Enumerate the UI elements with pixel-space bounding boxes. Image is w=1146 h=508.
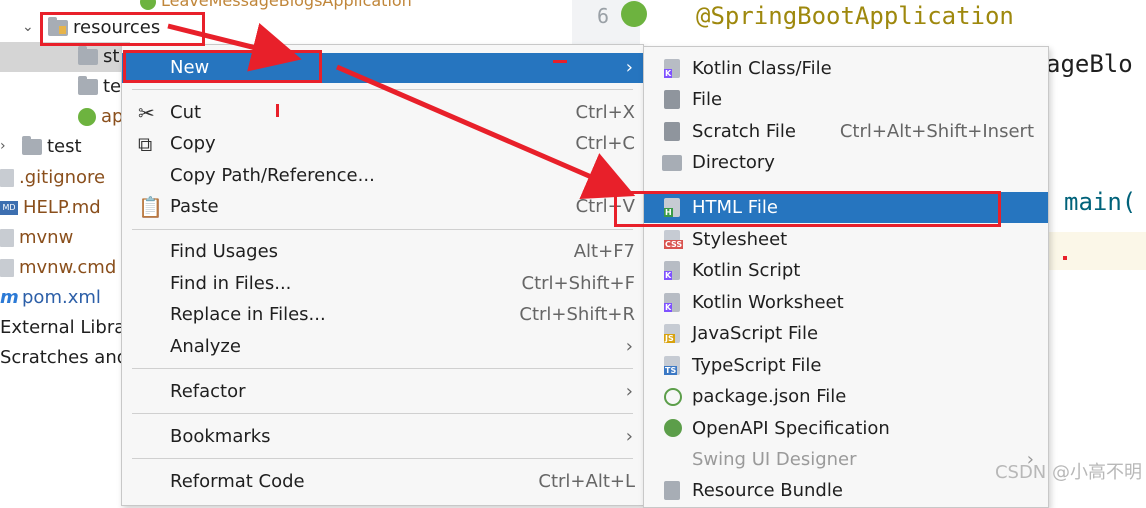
arrow-to-new bbox=[167, 23, 302, 72]
arrow-to-html-file bbox=[336, 64, 636, 200]
watermark: CSDN @小高不明 bbox=[994, 462, 1142, 483]
annotation-arrows bbox=[167, 23, 636, 200]
